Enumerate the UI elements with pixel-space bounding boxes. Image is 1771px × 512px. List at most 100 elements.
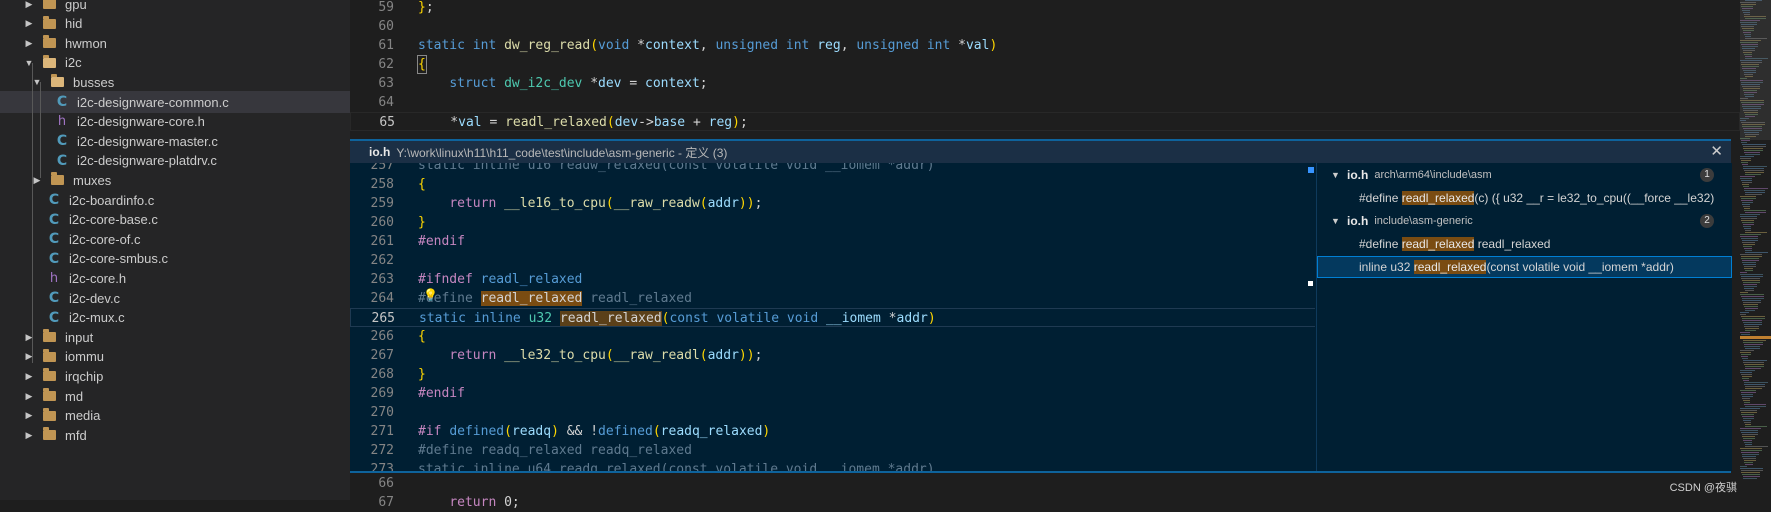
code-line: 258 {	[350, 175, 1315, 194]
minimap-line	[1740, 196, 1756, 197]
minimap-line	[1741, 472, 1760, 473]
minimap-line	[1740, 272, 1747, 273]
line-number: 67	[378, 495, 394, 510]
minimap-line	[1742, 454, 1759, 455]
minimap-line	[1744, 306, 1758, 307]
minimap-line	[1742, 184, 1749, 185]
chevron-right-icon[interactable]: ▶	[23, 410, 35, 421]
minimap-line	[1741, 198, 1756, 199]
token: ,	[699, 38, 716, 53]
minimap-line	[1745, 464, 1753, 465]
close-icon[interactable]: ✕	[1710, 142, 1723, 160]
minimap-line	[1744, 286, 1757, 287]
token: dw_i2c_dev	[504, 76, 591, 91]
minimap-line	[1743, 302, 1761, 303]
chevron-right-icon[interactable]: ▶	[23, 18, 35, 29]
token: )	[927, 311, 936, 326]
scrollbar-marker	[1308, 167, 1314, 173]
minimap-line	[1742, 398, 1750, 399]
minimap-line	[1740, 178, 1752, 179]
minimap-line	[1744, 462, 1753, 463]
token: ;	[754, 348, 763, 363]
token: return	[449, 348, 505, 363]
chevron-right-icon[interactable]: ▶	[23, 371, 35, 382]
chevron-right-icon[interactable]: ▶	[23, 430, 35, 441]
reference-item[interactable]: #define readl_relaxed(c) ({ u32 __r = le…	[1317, 187, 1732, 209]
reference-suffix: (c) ({ u32 __r = le32_to_cpu((__force __…	[1474, 191, 1715, 205]
peek-code-view[interactable]: 257 static inline u16 readw_relaxed(const…	[350, 163, 1315, 471]
chevron-down-icon[interactable]: ▼	[1331, 170, 1343, 180]
line-code: *val = readl_relaxed(dev->base + reg);	[419, 113, 747, 132]
minimap-line	[1745, 310, 1755, 311]
line-number: 62	[378, 57, 394, 72]
tree-item-label: hid	[65, 16, 83, 32]
line-number: 269	[370, 386, 394, 401]
minimap-slider[interactable]	[1740, 0, 1771, 140]
token: readl_relaxed	[505, 115, 607, 130]
token: static	[418, 38, 473, 53]
reference-group[interactable]: ▼ io.h arch\arm64\include\asm 1	[1317, 164, 1732, 186]
minimap-line	[1743, 168, 1764, 169]
minimap-line	[1744, 150, 1763, 151]
tree-item-label: i2c-core-base.c	[69, 212, 158, 228]
c-file-icon: C	[48, 250, 60, 267]
minimap-line	[1744, 288, 1754, 289]
minimap-line	[1741, 200, 1753, 201]
chevron-right-icon[interactable]: ▶	[23, 38, 35, 49]
token: reg	[708, 115, 733, 130]
line-number: 267	[370, 348, 394, 363]
reference-file: io.h	[1347, 168, 1369, 182]
folder-row[interactable]: ▶ mfd	[0, 424, 350, 446]
folder-icon	[43, 348, 56, 362]
minimap[interactable]	[1740, 0, 1771, 500]
minimap-line	[1745, 194, 1762, 195]
minimap-line	[1742, 396, 1753, 397]
reference-text: #define readl_relaxed readl_relaxed	[1359, 233, 1550, 255]
token: unsigned	[856, 38, 927, 53]
code-line: 64	[350, 93, 1740, 112]
minimap-line	[1744, 346, 1760, 347]
minimap-line	[1741, 180, 1752, 181]
token: inline	[473, 311, 529, 326]
token: }	[418, 215, 426, 230]
minimap-line	[1743, 418, 1754, 419]
minimap-line	[1740, 292, 1748, 293]
chevron-down-icon[interactable]: ▼	[1331, 216, 1343, 226]
reference-group[interactable]: ▼ io.h include\asm-generic 2	[1317, 210, 1732, 232]
minimap-line	[1745, 328, 1759, 329]
code-line: 263 #ifndef readl_relaxed	[350, 270, 1315, 289]
minimap-line	[1740, 214, 1760, 215]
chevron-right-icon[interactable]: ▶	[23, 332, 35, 343]
token: && !	[558, 424, 599, 439]
line-number: 270	[370, 405, 394, 420]
minimap-line	[1743, 478, 1757, 479]
token: return	[449, 196, 505, 211]
lightbulb-icon[interactable]: 💡	[423, 288, 438, 302]
minimap-line	[1740, 176, 1755, 177]
token: (	[699, 196, 708, 211]
token: (	[605, 348, 614, 363]
chevron-down-icon[interactable]: ▼	[23, 58, 35, 68]
chevron-right-icon[interactable]: ▶	[23, 391, 35, 402]
line-number: 258	[370, 177, 394, 192]
token: (	[606, 115, 615, 130]
minimap-line	[1743, 148, 1763, 149]
chevron-right-icon[interactable]: ▶	[23, 351, 35, 362]
token: (	[590, 38, 599, 53]
reference-suffix: (const volatile void __iomem *addr)	[1486, 260, 1674, 274]
chevron-right-icon[interactable]: ▶	[23, 0, 35, 10]
minimap-line	[1741, 296, 1764, 297]
tree-item-label: i2c-designware-platdrv.c	[77, 153, 217, 169]
reference-item[interactable]: #define readl_relaxed readl_relaxed	[1317, 233, 1732, 255]
reference-item[interactable]: inline u32 readl_relaxed(const volatile …	[1317, 256, 1732, 278]
line-number: 60	[378, 19, 394, 34]
tree-item-label: md	[65, 388, 84, 404]
minimap-line	[1740, 236, 1758, 237]
minimap-line	[1745, 366, 1764, 367]
minimap-line	[1740, 352, 1751, 353]
line-code: return __le16_to_cpu(__raw_readw(addr));	[418, 194, 762, 213]
token: __raw_readw	[613, 196, 700, 211]
minimap-line	[1742, 144, 1766, 145]
minimap-line	[1741, 278, 1760, 279]
minimap-line	[1741, 356, 1748, 357]
